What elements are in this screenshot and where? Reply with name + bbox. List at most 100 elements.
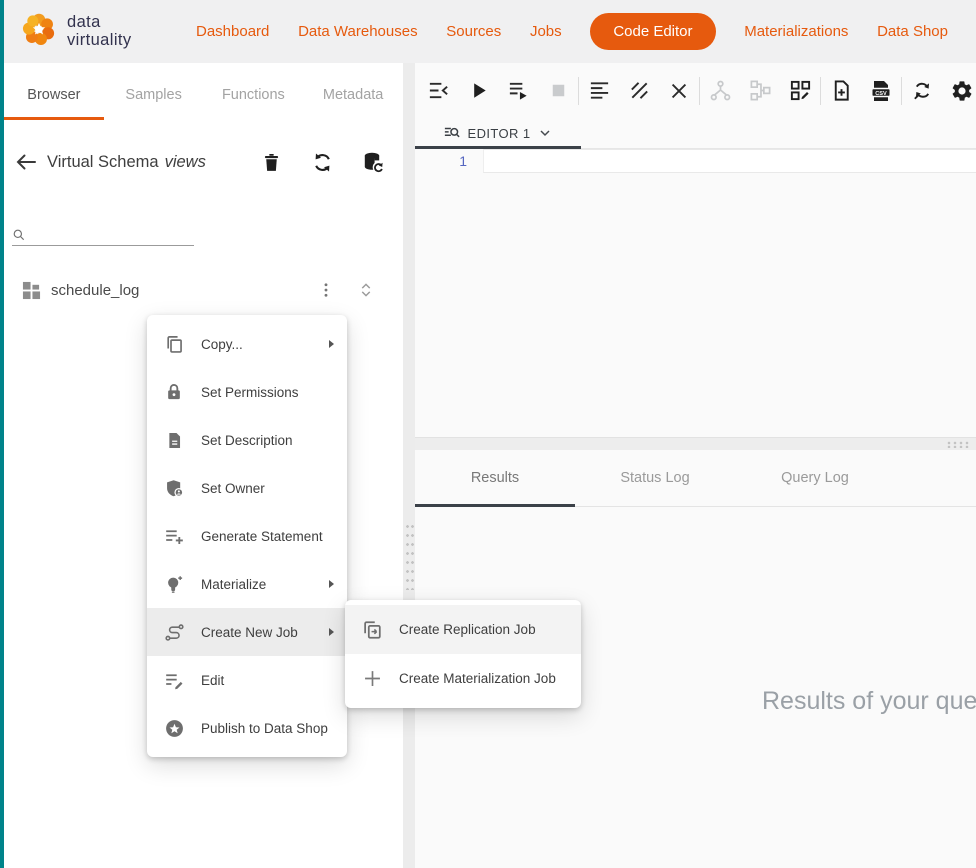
search-icon (12, 228, 26, 242)
submenu-arrow-icon (329, 340, 334, 348)
new-editor-tab-button[interactable] (821, 71, 861, 111)
menu-item-set-description[interactable]: Set Description (147, 416, 347, 464)
refresh-schema-button[interactable] (309, 149, 335, 175)
schema-header: Virtual Schema views (4, 140, 403, 184)
export-csv-icon: CSV (869, 79, 893, 103)
tab-query-log[interactable]: Query Log (735, 450, 895, 506)
format-sql-button[interactable] (579, 71, 619, 111)
table-view-icon (22, 281, 41, 300)
export-csv-button[interactable]: CSV (861, 71, 901, 111)
chevron-down-icon[interactable] (537, 125, 553, 141)
expand-collapse-button[interactable] (355, 279, 377, 301)
menu-item-materialize[interactable]: Materialize (147, 560, 347, 608)
editor-toolbar: CSV (415, 63, 976, 118)
nav-links: Dashboard Data Warehouses Sources Jobs C… (162, 13, 948, 50)
trash-icon (261, 152, 282, 173)
results-resize-handle[interactable] (415, 437, 976, 450)
copy-icon (163, 333, 185, 355)
editor-tab-bar: EDITOR 1 (415, 118, 976, 149)
document-icon (163, 429, 185, 451)
tab-metadata[interactable]: Metadata (303, 69, 403, 120)
top-navigation-bar: data virtuality Dashboard Data Warehouse… (0, 0, 976, 63)
menu-item-generate-statement[interactable]: Generate Statement (147, 512, 347, 560)
replication-job-icon (361, 619, 383, 641)
tab-results[interactable]: Results (415, 450, 575, 506)
nav-item-sources[interactable]: Sources (446, 23, 501, 40)
shield-person-icon (163, 477, 185, 499)
active-tab-underline (4, 117, 104, 120)
context-menu: Copy... Set Permissions Set Description … (147, 315, 347, 757)
nav-item-data-shop[interactable]: Data Shop (877, 23, 948, 40)
submenu-item-create-materialization-job[interactable]: Create Materialization Job (345, 654, 581, 703)
nav-item-code-editor-active[interactable]: Code Editor (590, 13, 715, 50)
schema-search (12, 220, 194, 246)
create-job-submenu: Create Replication Job Create Materializ… (345, 600, 581, 708)
code-editor-area[interactable]: 1 (415, 149, 976, 437)
plus-icon (361, 668, 383, 690)
menu-item-create-new-job[interactable]: Create New Job (147, 608, 347, 656)
menu-item-publish-to-data-shop[interactable]: Publish to Data Shop (147, 704, 347, 752)
menu-item-copy[interactable]: Copy... (147, 320, 347, 368)
sidebar-tabs: Browser Samples Functions Metadata (4, 63, 403, 120)
schema-subtitle: views (165, 153, 206, 172)
menu-open-icon (427, 79, 450, 102)
unfold-more-icon (357, 281, 375, 299)
clear-editor-button[interactable] (659, 71, 699, 111)
run-icon (467, 79, 490, 102)
search-input[interactable] (32, 226, 194, 242)
submenu-arrow-icon (329, 580, 334, 588)
run-selection-button[interactable] (498, 71, 538, 111)
find-replace-button[interactable] (902, 71, 942, 111)
brand-logo[interactable]: data virtuality (20, 10, 162, 53)
nav-item-data-warehouses[interactable]: Data Warehouses (298, 23, 418, 40)
sidebar-resize-handle[interactable] (403, 63, 415, 868)
menu-item-edit[interactable]: Edit (147, 656, 347, 704)
editor-tab-1[interactable]: EDITOR 1 (415, 118, 581, 148)
delete-schema-button[interactable] (258, 149, 284, 175)
close-icon (668, 80, 690, 102)
stop-icon (547, 79, 570, 102)
edit-template-button[interactable] (780, 71, 820, 111)
active-line-highlight[interactable] (483, 149, 976, 173)
route-icon (163, 621, 185, 643)
submenu-item-create-replication-job[interactable]: Create Replication Job (345, 605, 581, 654)
dependency-tree-icon (709, 79, 732, 102)
resize-grip-dots (946, 441, 970, 448)
menu-item-set-owner[interactable]: Set Owner (147, 464, 347, 512)
nav-item-dashboard[interactable]: Dashboard (196, 23, 269, 40)
editor-settings-button[interactable] (942, 71, 976, 111)
stop-query-button (538, 71, 578, 111)
run-selection-icon (507, 79, 530, 102)
schema-title: Virtual Schema (47, 153, 159, 172)
database-refresh-icon (361, 150, 385, 174)
flower-logo-icon (20, 10, 58, 53)
unlink-button[interactable] (619, 71, 659, 111)
tab-status-log[interactable]: Status Log (575, 450, 735, 506)
tab-browser[interactable]: Browser (4, 69, 104, 120)
menu-item-set-permissions[interactable]: Set Permissions (147, 368, 347, 416)
editor-tab-label: EDITOR 1 (468, 126, 531, 141)
lightbulb-icon (163, 573, 185, 595)
collapse-sidebar-button[interactable] (418, 71, 458, 111)
brand-name: data virtuality (67, 14, 132, 50)
back-button[interactable] (13, 149, 39, 175)
kebab-menu-icon (317, 281, 335, 299)
lock-icon (163, 381, 185, 403)
sync-icon (311, 151, 334, 174)
nav-item-jobs[interactable]: Jobs (530, 23, 562, 40)
reload-metadata-button[interactable] (360, 149, 386, 175)
tab-samples[interactable]: Samples (104, 69, 204, 120)
link-off-icon (628, 79, 651, 102)
tree-item-schedule-log[interactable]: schedule_log (4, 270, 403, 310)
find-replace-icon (911, 79, 934, 102)
code-editor-panel: CSV EDITOR 1 1 Results Status Log Query … (415, 63, 976, 868)
playlist-edit-icon (163, 669, 185, 691)
resize-grip-dots (405, 522, 414, 590)
run-query-button[interactable] (458, 71, 498, 111)
nav-item-materializations[interactable]: Materializations (744, 23, 848, 40)
tab-functions[interactable]: Functions (204, 69, 304, 120)
playlist-add-icon (163, 525, 185, 547)
item-menu-button[interactable] (315, 279, 337, 301)
tree-item-label: schedule_log (51, 282, 297, 299)
results-tab-bar: Results Status Log Query Log (415, 450, 976, 507)
